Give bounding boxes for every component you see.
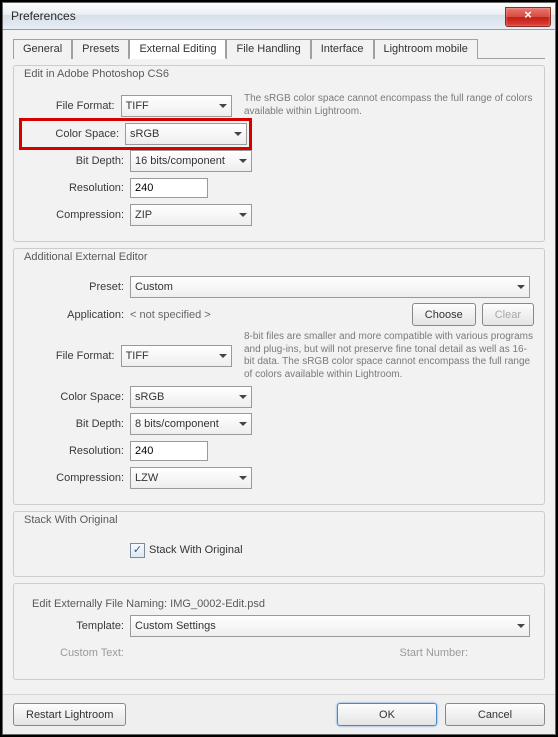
choose-button[interactable]: Choose — [412, 303, 476, 326]
application-value: < not specified > — [130, 309, 412, 321]
group-additional-editor: Additional External Editor Preset: Custo… — [13, 248, 545, 505]
tab-interface[interactable]: Interface — [311, 39, 374, 59]
file-format-label-2: File Format: — [24, 350, 121, 362]
color-space-label: Color Space: — [24, 128, 125, 140]
file-format-select-2[interactable]: TIFF — [121, 345, 232, 367]
cancel-button[interactable]: Cancel — [445, 703, 545, 726]
color-space-highlight: Color Space: sRGB — [19, 118, 252, 150]
group-title: Additional External Editor — [22, 251, 150, 263]
tab-file-handling[interactable]: File Handling — [226, 39, 310, 59]
color-space-select[interactable]: sRGB — [125, 123, 247, 145]
tab-external-editing[interactable]: External Editing — [129, 39, 226, 59]
custom-text-label: Custom Text: — [24, 647, 130, 659]
compression-select[interactable]: ZIP — [130, 204, 252, 226]
bit-depth-label-2: Bit Depth: — [24, 418, 130, 430]
restart-lightroom-button[interactable]: Restart Lightroom — [13, 703, 126, 726]
tab-lightroom-mobile[interactable]: Lightroom mobile — [374, 39, 478, 59]
compression-select-2[interactable]: LZW — [130, 467, 252, 489]
tab-bar: General Presets External Editing File Ha… — [13, 38, 545, 59]
file-format-label: File Format: — [24, 100, 121, 112]
naming-example: IMG_0002-Edit.psd — [170, 598, 265, 610]
close-icon[interactable]: × — [505, 7, 551, 27]
tab-general[interactable]: General — [13, 39, 72, 59]
template-select[interactable]: Custom Settings — [130, 615, 530, 637]
chevron-down-icon — [517, 285, 525, 289]
preset-select[interactable]: Custom — [130, 276, 530, 298]
chevron-down-icon — [239, 159, 247, 163]
clear-button: Clear — [482, 303, 534, 326]
color-space-label-2: Color Space: — [24, 391, 130, 403]
chevron-down-icon — [239, 476, 247, 480]
group-title: Edit in Adobe Photoshop CS6 — [22, 68, 171, 80]
compression-label-2: Compression: — [24, 472, 130, 484]
bit-depth-select-2[interactable]: 8 bits/component — [130, 413, 252, 435]
tab-presets[interactable]: Presets — [72, 39, 129, 59]
chevron-down-icon — [219, 354, 227, 358]
compression-label: Compression: — [24, 209, 130, 221]
bit-depth-select[interactable]: 16 bits/component — [130, 150, 252, 172]
dialog-body: General Presets External Editing File Ha… — [3, 30, 555, 694]
template-label: Template: — [24, 620, 130, 632]
resolution-input-2[interactable] — [130, 441, 208, 461]
application-label: Application: — [24, 309, 130, 321]
file-format-select[interactable]: TIFF — [121, 95, 232, 117]
group-stack-with-original: Stack With Original ✓ Stack With Origina… — [13, 511, 545, 577]
bit-depth-label: Bit Depth: — [24, 155, 130, 167]
group-file-naming: Edit Externally File Naming: IMG_0002-Ed… — [13, 583, 545, 680]
section2-hint: 8-bit files are smaller and more compati… — [244, 331, 534, 381]
ok-button[interactable]: OK — [337, 703, 437, 726]
group-edit-in-photoshop: Edit in Adobe Photoshop CS6 File Format:… — [13, 65, 545, 242]
resolution-input[interactable] — [130, 178, 208, 198]
preset-label: Preset: — [24, 281, 130, 293]
titlebar: Preferences × — [3, 3, 555, 30]
window-title: Preferences — [11, 9, 76, 23]
start-number-label: Start Number: — [400, 647, 474, 659]
stack-original-label: Stack With Original — [149, 544, 243, 556]
chevron-down-icon — [239, 395, 247, 399]
stack-original-checkbox[interactable]: ✓ — [130, 543, 145, 558]
chevron-down-icon — [219, 104, 227, 108]
chevron-down-icon — [239, 422, 247, 426]
color-space-select-2[interactable]: sRGB — [130, 386, 252, 408]
resolution-label-2: Resolution: — [24, 445, 130, 457]
resolution-label: Resolution: — [24, 182, 130, 194]
preferences-dialog: Preferences × General Presets External E… — [2, 2, 556, 735]
chevron-down-icon — [239, 213, 247, 217]
naming-label: Edit Externally File Naming: — [32, 598, 167, 610]
group-title: Stack With Original — [22, 514, 120, 526]
chevron-down-icon — [234, 132, 242, 136]
section1-hint: The sRGB color space cannot encompass th… — [244, 93, 534, 118]
dialog-footer: Restart Lightroom OK Cancel — [3, 694, 555, 734]
chevron-down-icon — [517, 624, 525, 628]
